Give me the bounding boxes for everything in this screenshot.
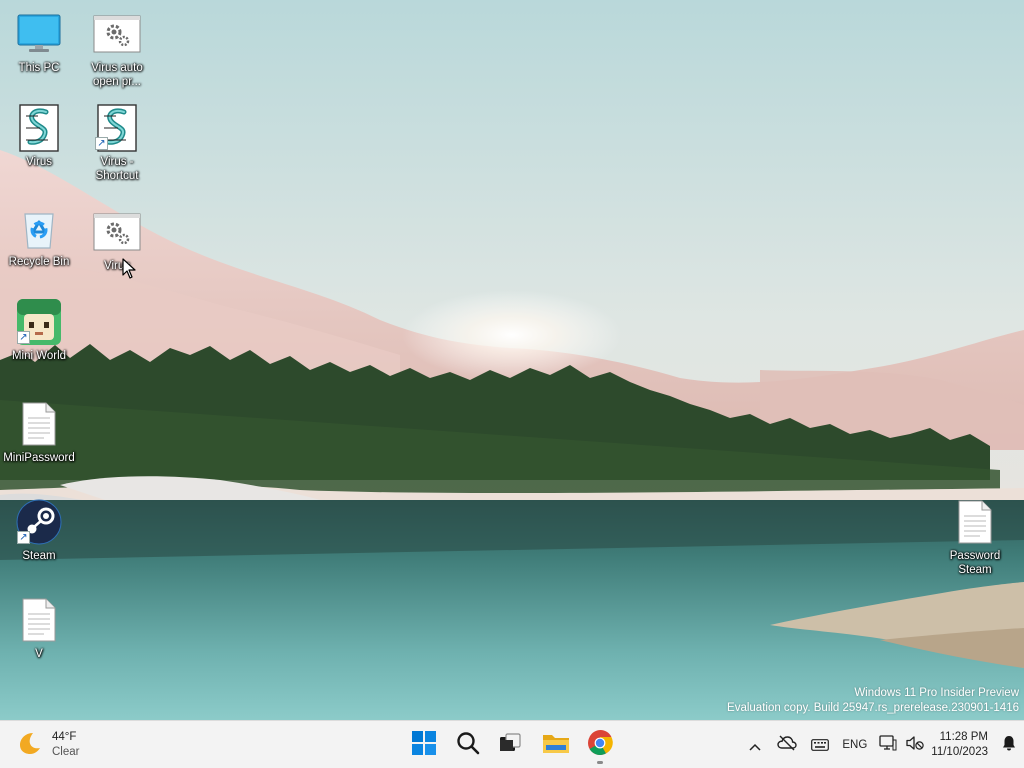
desktop-icon-label: Steam xyxy=(22,550,56,562)
clock-time: 11:28 PM xyxy=(939,731,988,743)
script-file-icon: ↗ xyxy=(93,104,141,152)
notifications-button[interactable] xyxy=(994,721,1024,768)
desktop-icon-label: Virus auto open pr... xyxy=(91,62,143,88)
watermark-build: Evaluation copy. Build 25947.rs_prerelea… xyxy=(727,702,1019,714)
task-view-icon xyxy=(498,731,522,759)
watermark-edition: Windows 11 Pro Insider Preview xyxy=(854,687,1019,699)
desktop-icon-label: Virus xyxy=(26,156,52,168)
clock-button[interactable]: 11:28 PM 11/10/2023 xyxy=(927,721,994,768)
recycle-bin-icon xyxy=(15,204,63,252)
mouse-cursor-icon xyxy=(122,258,136,284)
input-language-label: ENG xyxy=(842,739,868,751)
desktop-icon-label: This PC xyxy=(18,62,60,74)
monitor-icon xyxy=(15,10,63,58)
desktop-icon-label: MiniPassword xyxy=(3,452,75,464)
mini-world-app-icon: ↗ xyxy=(15,298,63,346)
shortcut-arrow-icon: ↗ xyxy=(95,137,108,150)
task-view-button[interactable] xyxy=(490,725,530,765)
running-indicator xyxy=(597,761,603,764)
search-button[interactable] xyxy=(448,725,488,765)
taskbar: 44°F Clear ENG 11:28 PM 11/10/2023 xyxy=(0,720,1024,768)
bell-icon xyxy=(1002,735,1016,755)
chrome-icon xyxy=(587,730,613,760)
folder-icon xyxy=(542,731,570,759)
network-tray-button[interactable] xyxy=(873,721,903,768)
touch-keyboard-button[interactable] xyxy=(804,721,836,768)
volume-tray-button[interactable] xyxy=(903,721,927,768)
desktop-icon-password-steam[interactable]: Password Steam xyxy=(936,498,1014,577)
clock-date: 11/10/2023 xyxy=(931,746,988,758)
desktop-icon-virus-auto-open[interactable]: Virus auto open pr... xyxy=(78,10,156,89)
chrome-button[interactable] xyxy=(580,725,620,765)
desktop-icon-virus-script[interactable]: Virus xyxy=(0,104,78,169)
desktop-icon-label: Recycle Bin xyxy=(8,256,70,268)
windows-logo-icon xyxy=(412,731,436,759)
desktop-icon-virus-settings[interactable]: Virus xyxy=(78,208,156,273)
shortcut-arrow-icon: ↗ xyxy=(17,331,30,344)
search-icon xyxy=(456,731,480,759)
input-language-button[interactable]: ENG xyxy=(836,721,873,768)
desktop-icon-v[interactable]: V xyxy=(0,596,78,661)
windows-evaluation-watermark: Windows 11 Pro Insider Preview Evaluatio… xyxy=(727,686,1019,716)
script-file-icon xyxy=(15,104,63,152)
speaker-muted-icon xyxy=(906,735,924,755)
desktop-icon-label: Virus - Shortcut xyxy=(95,156,139,182)
chevron-up-icon xyxy=(749,736,761,755)
text-file-icon xyxy=(15,596,63,644)
desktop-icon-minipassword[interactable]: MiniPassword xyxy=(0,400,78,465)
settings-file-icon xyxy=(93,208,141,256)
weather-widget[interactable]: 44°F Clear xyxy=(16,727,79,763)
desktop-icon-mini-world[interactable]: ↗ Mini World xyxy=(0,298,78,363)
steam-icon: ↗ xyxy=(15,498,63,546)
show-hidden-icons-button[interactable] xyxy=(740,721,770,768)
desktop-icon-label: V xyxy=(35,648,43,660)
text-file-icon xyxy=(951,498,999,546)
desktop-icon-label: Mini World xyxy=(11,350,67,362)
onedrive-tray-button[interactable] xyxy=(770,721,804,768)
system-tray: ENG 11:28 PM 11/10/2023 xyxy=(740,721,1024,768)
file-explorer-button[interactable] xyxy=(536,725,576,765)
desktop-icon-label: Password Steam xyxy=(949,550,1001,576)
weather-condition: Clear xyxy=(52,746,80,758)
settings-file-icon xyxy=(93,10,141,58)
desktop-icon-virus-shortcut[interactable]: ↗ Virus - Shortcut xyxy=(78,104,156,183)
keyboard-icon xyxy=(811,736,830,755)
shortcut-arrow-icon: ↗ xyxy=(17,531,30,544)
moon-icon xyxy=(16,730,42,760)
network-monitor-icon xyxy=(879,735,897,755)
desktop-icon-recycle-bin[interactable]: Recycle Bin xyxy=(0,204,78,269)
desktop-icon-steam[interactable]: ↗ Steam xyxy=(0,498,78,563)
cloud-offline-icon xyxy=(777,735,798,755)
weather-temperature: 44°F xyxy=(52,731,77,743)
desktop-icon-this-pc[interactable]: This PC xyxy=(0,10,78,75)
start-button[interactable] xyxy=(404,725,444,765)
text-file-icon xyxy=(15,400,63,448)
